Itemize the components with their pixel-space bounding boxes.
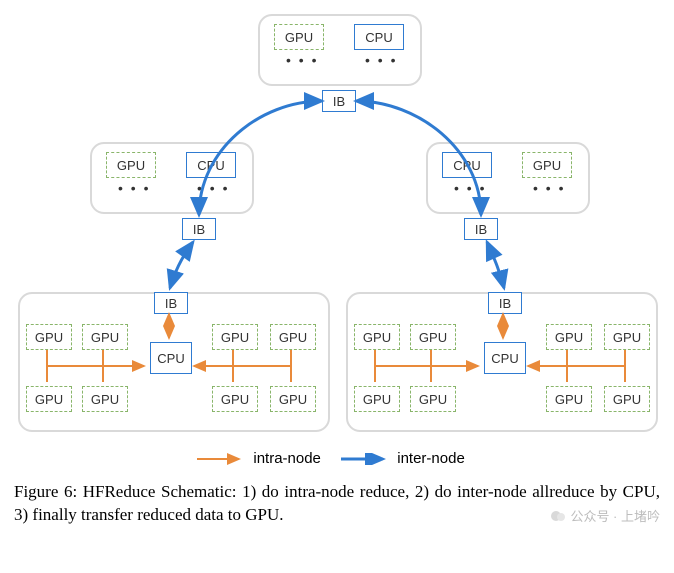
cpu-label: CPU	[365, 31, 392, 44]
legend: intra-node inter-node	[10, 450, 664, 467]
gpu-label: GPU	[117, 159, 145, 172]
cpu-box: CPU	[186, 152, 236, 178]
dots: • • •	[286, 52, 318, 68]
gpu-label: GPU	[613, 393, 641, 406]
gpu-label: GPU	[533, 159, 561, 172]
dots: • • •	[454, 180, 486, 196]
ib-label: IB	[165, 297, 177, 310]
gpu-label: GPU	[363, 393, 391, 406]
gpu-box: GPU	[354, 324, 400, 350]
gpu-label: GPU	[221, 393, 249, 406]
watermark-text: 公众号 · 上堵吟	[570, 509, 660, 524]
gpu-label: GPU	[279, 393, 307, 406]
gpu-box: GPU	[82, 324, 128, 350]
gpu-box: GPU	[522, 152, 572, 178]
gpu-label: GPU	[419, 393, 447, 406]
gpu-box: GPU	[410, 386, 456, 412]
cpu-box-leaf-right: CPU	[484, 342, 526, 374]
gpu-box: GPU	[410, 324, 456, 350]
gpu-label: GPU	[419, 331, 447, 344]
node-group-leaf-right: IB CPU GPU GPU GPU GPU GPU GPU GPU GPU	[346, 292, 658, 432]
cpu-box-leaf-left: CPU	[150, 342, 192, 374]
legend-intra-arrow-icon	[195, 453, 245, 465]
ib-label: IB	[475, 223, 487, 236]
cpu-label: CPU	[197, 159, 224, 172]
gpu-box: GPU	[604, 386, 650, 412]
gpu-box: GPU	[274, 24, 324, 50]
gpu-box: GPU	[270, 386, 316, 412]
watermark: 公众号 · 上堵吟	[550, 506, 660, 527]
dots: • • •	[365, 52, 397, 68]
gpu-label: GPU	[91, 331, 119, 344]
legend-inter-label: inter-node	[397, 450, 465, 467]
ib-label: IB	[333, 95, 345, 108]
ib-label: IB	[193, 223, 205, 236]
legend-inter-arrow-icon	[339, 453, 389, 465]
gpu-box: GPU	[26, 386, 72, 412]
gpu-label: GPU	[91, 393, 119, 406]
gpu-label: GPU	[555, 393, 583, 406]
dots: • • •	[118, 180, 150, 196]
ib-label: IB	[499, 297, 511, 310]
gpu-label: GPU	[35, 393, 63, 406]
gpu-box: GPU	[604, 324, 650, 350]
gpu-label: GPU	[613, 331, 641, 344]
legend-intra-label: intra-node	[253, 450, 321, 467]
gpu-label: GPU	[363, 331, 391, 344]
cpu-label: CPU	[453, 159, 480, 172]
node-group-root: GPU • • • CPU • • •	[258, 14, 422, 86]
cpu-box: CPU	[354, 24, 404, 50]
gpu-box: GPU	[26, 324, 72, 350]
gpu-box: GPU	[106, 152, 156, 178]
diagram-canvas: GPU • • • CPU • • • IB GPU • • • CPU • •…	[10, 10, 664, 440]
gpu-box: GPU	[546, 324, 592, 350]
gpu-box: GPU	[212, 386, 258, 412]
node-group-mid-right: CPU • • • GPU • • •	[426, 142, 590, 214]
ib-box-mid-right: IB	[464, 218, 498, 240]
ib-box-leaf-right: IB	[488, 292, 522, 314]
ib-box-mid-left: IB	[182, 218, 216, 240]
gpu-box: GPU	[354, 386, 400, 412]
node-group-leaf-left: IB CPU GPU GPU GPU GPU GPU GPU GPU GPU	[18, 292, 330, 432]
gpu-label: GPU	[221, 331, 249, 344]
gpu-box: GPU	[546, 386, 592, 412]
dots: • • •	[197, 180, 229, 196]
gpu-label: GPU	[35, 331, 63, 344]
cpu-box: CPU	[442, 152, 492, 178]
cpu-label: CPU	[491, 352, 518, 365]
gpu-label: GPU	[279, 331, 307, 344]
node-group-mid-left: GPU • • • CPU • • •	[90, 142, 254, 214]
cpu-label: CPU	[157, 352, 184, 365]
gpu-label: GPU	[555, 331, 583, 344]
ib-box-root: IB	[322, 90, 356, 112]
dots: • • •	[533, 180, 565, 196]
wechat-icon	[550, 508, 566, 527]
gpu-box: GPU	[212, 324, 258, 350]
gpu-label: GPU	[285, 31, 313, 44]
ib-box-leaf-left: IB	[154, 292, 188, 314]
gpu-box: GPU	[82, 386, 128, 412]
gpu-box: GPU	[270, 324, 316, 350]
